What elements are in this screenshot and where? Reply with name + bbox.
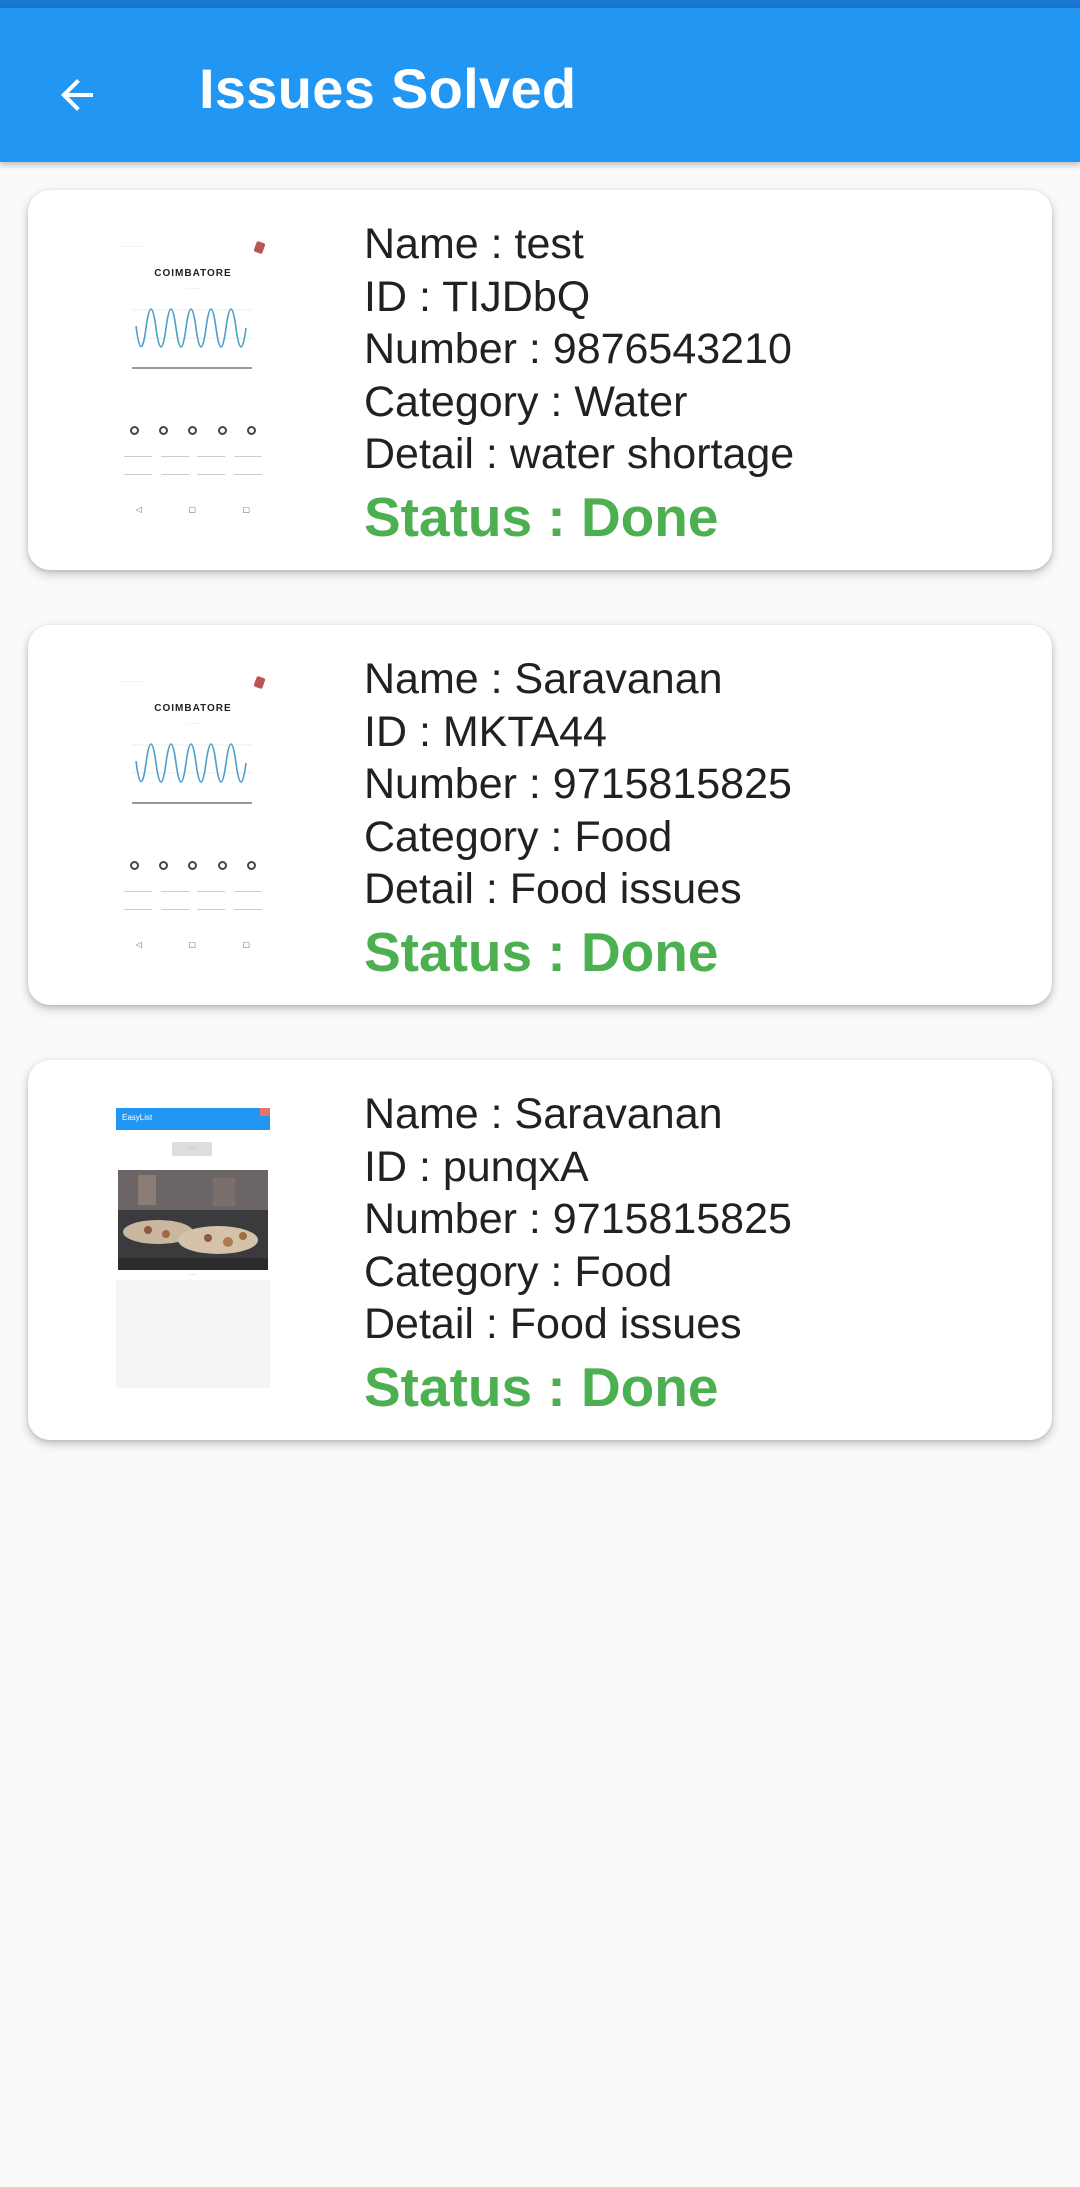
issue-details: Name : Saravanan ID : punqxA Number : 97…	[364, 1088, 1044, 1421]
app-bar: Issues Solved	[0, 8, 1080, 162]
issue-name: Name : Saravanan	[364, 655, 723, 703]
issue-id: ID : MKTA44	[364, 707, 607, 756]
page-title: Issues Solved	[199, 57, 577, 120]
issue-details: Name : test ID : TIJDbQ Number : 9876543…	[364, 218, 1044, 551]
issue-category: Category : Water	[364, 377, 688, 426]
issue-status: Status : Done	[364, 485, 719, 548]
issue-id: ID : punqxA	[364, 1142, 589, 1191]
issue-thumbnail: · · · · · · COIMBATORE · · · · · ◁ ▢ ▢	[116, 238, 270, 518]
food-photo-image	[118, 1170, 268, 1270]
issue-id: ID : TIJDbQ	[364, 272, 591, 321]
issue-detail: Detail : water shortage	[364, 430, 795, 478]
issue-status: Status : Done	[364, 1355, 719, 1418]
status-bar	[0, 0, 1080, 8]
issue-details: Name : Saravanan ID : MKTA44 Number : 97…	[364, 653, 1044, 986]
issue-status: Status : Done	[364, 920, 719, 983]
issue-number: Number : 9715815825	[364, 760, 792, 808]
issue-category: Category : Food	[364, 1247, 673, 1296]
weather-chart-graphic	[132, 308, 252, 369]
issue-name: Name : test	[364, 220, 584, 268]
pin-icon	[253, 240, 266, 255]
back-button[interactable]	[34, 52, 120, 138]
issue-card[interactable]: · · · · · · COIMBATORE · · · · · ◁ ▢ ▢ Nam…	[28, 625, 1052, 1005]
arrow-back-icon	[61, 79, 93, 111]
issue-detail: Detail : Food issues	[364, 1300, 742, 1348]
issue-number: Number : 9876543210	[364, 325, 792, 373]
issue-detail: Detail : Food issues	[364, 865, 742, 913]
issue-category: Category : Food	[364, 812, 673, 861]
weather-chart-graphic	[132, 743, 252, 804]
issue-card[interactable]: · · · · · · COIMBATORE · · · · · ◁ ▢ ▢ Nam…	[28, 190, 1052, 570]
issue-number: Number : 9715815825	[364, 1195, 792, 1243]
issue-name: Name : Saravanan	[364, 1090, 723, 1138]
issue-thumbnail: · · · · · · COIMBATORE · · · · · ◁ ▢ ▢	[116, 673, 270, 953]
issue-thumbnail: EasyList · · · · · ·	[116, 1108, 270, 1388]
pin-icon	[253, 675, 266, 690]
issue-card[interactable]: EasyList · · · · · · Name : Saravanan ID…	[28, 1060, 1052, 1440]
